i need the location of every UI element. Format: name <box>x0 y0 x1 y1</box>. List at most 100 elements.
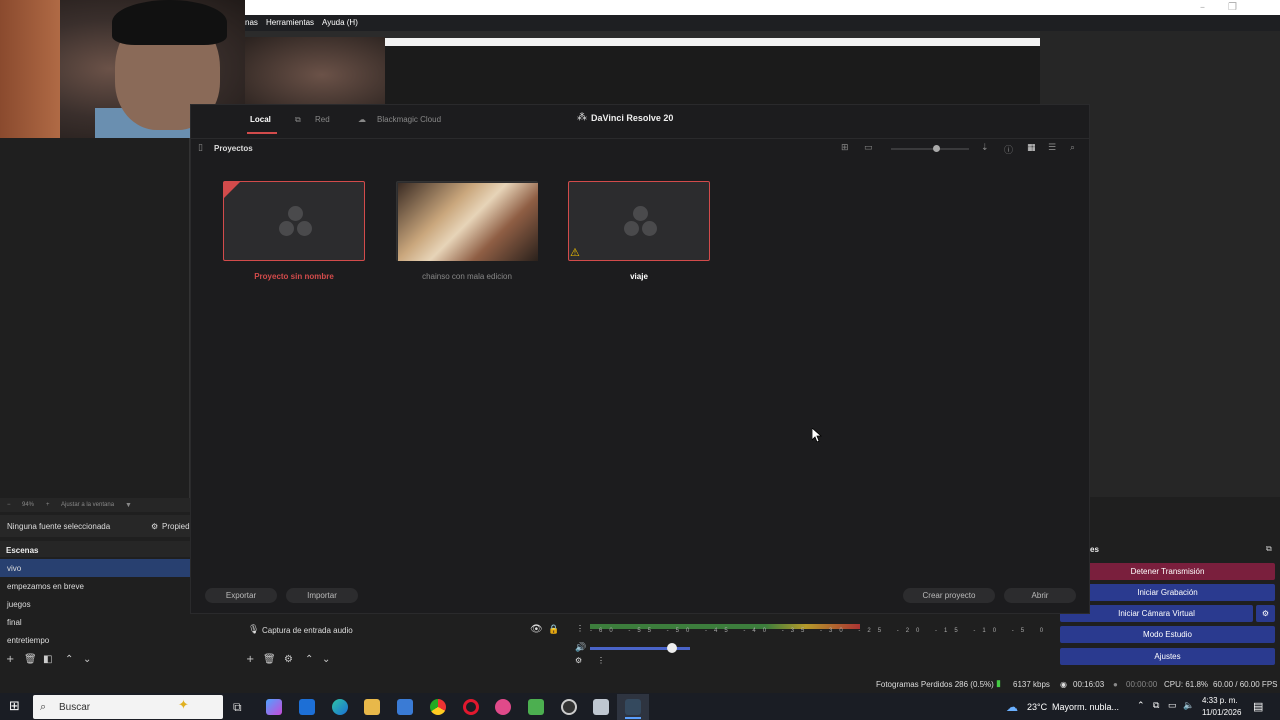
no-source-label: Ninguna fuente seleccionada <box>7 522 111 531</box>
speaker-icon[interactable]: 🔊 <box>575 642 586 653</box>
menu-item-partial[interactable]: nas <box>245 18 258 27</box>
gear-icon[interactable]: ⚙ <box>284 654 293 665</box>
sort-icon[interactable]: ⇣ <box>981 143 989 153</box>
add-source-icon[interactable]: + <box>246 654 254 665</box>
tab-underline <box>247 132 277 134</box>
minecraft-icon[interactable] <box>528 699 544 715</box>
outlook-icon[interactable] <box>299 699 315 715</box>
add-scene-icon[interactable]: + <box>6 654 14 665</box>
create-project-button[interactable]: Crear proyecto <box>903 588 995 603</box>
davinci-taskbar-icon[interactable] <box>625 699 641 715</box>
meter-ticks: -60 -55 -50 -45 -40 -35 -30 -25 -20 -15 … <box>590 628 1051 634</box>
source-toolbar: Ninguna fuente seleccionada ⚙ Propied <box>0 515 190 537</box>
chevron-up-icon[interactable]: ⌃ <box>1137 700 1145 711</box>
thumb-size-knob[interactable] <box>933 145 940 152</box>
tray-icon[interactable]: ⧉ <box>1153 700 1159 711</box>
edge-icon[interactable] <box>332 699 348 715</box>
dock-icon[interactable]: ⧉ <box>1266 544 1272 554</box>
store-icon[interactable] <box>397 699 413 715</box>
import-button[interactable]: Importar <box>286 588 358 603</box>
chevron-down-icon[interactable]: ⌄ <box>83 654 91 665</box>
davinci-logo-icon: ⁂ <box>577 112 587 123</box>
settings-icon[interactable]: ⚙ <box>575 656 582 665</box>
network-icon[interactable]: ▭ <box>1168 700 1177 711</box>
lock-icon[interactable]: 🔒 <box>548 624 559 635</box>
volume-icon[interactable]: 🔈 <box>1183 700 1194 711</box>
chevron-down-icon[interactable]: ⌄ <box>322 654 330 665</box>
project-card-selected[interactable] <box>223 181 365 261</box>
tab-local[interactable]: Local <box>250 115 271 124</box>
menu-item-ayuda[interactable]: Ayuda (H) <box>322 18 358 27</box>
obs-status-bar: Fotogramas Perdidos 286 (0.5%) ▮ 6137 kb… <box>0 673 1280 693</box>
bitrate: 6137 kbps <box>1013 680 1050 689</box>
signal-icon: ▮ <box>996 678 1001 688</box>
list-view-icon[interactable]: ☰ <box>1048 143 1056 153</box>
thumb-size-slider[interactable] <box>891 148 969 150</box>
taskbar-search[interactable]: ⌕ Buscar ✦ <box>33 695 223 719</box>
opera-icon[interactable] <box>463 699 479 715</box>
project-name: chainso con mala edicion <box>422 272 512 281</box>
studio-mode-button[interactable]: Modo Estudio <box>1060 626 1275 643</box>
new-folder-icon[interactable]: ⊞ <box>841 143 849 153</box>
search-icon[interactable]: ⌕ <box>1070 143 1075 153</box>
chrome-icon[interactable] <box>430 699 446 715</box>
more-icon[interactable]: ⋮ <box>576 624 584 633</box>
obs-icon[interactable] <box>561 699 577 715</box>
tab-cloud[interactable]: Blackmagic Cloud <box>377 115 441 124</box>
webcam-door <box>0 0 60 138</box>
task-view-icon[interactable]: ⧉ <box>233 700 242 715</box>
sidebar-toggle-icon[interactable]: ▯ <box>198 143 203 153</box>
scene-item[interactable]: final <box>0 613 190 631</box>
dropped-frames: Fotogramas Perdidos 286 (0.5%) <box>876 680 994 689</box>
notification-icon[interactable]: ▤ <box>1253 700 1263 713</box>
trash-icon[interactable]: 🗑 <box>24 654 37 665</box>
info-icon[interactable]: ⓘ <box>1004 143 1013 156</box>
start-recording-button[interactable]: Iniciar Grabación <box>1060 584 1275 601</box>
project-name: viaje <box>630 272 648 281</box>
weather-temp: 23°C <box>1027 702 1048 712</box>
export-button[interactable]: Exportar <box>205 588 277 603</box>
zoom-plus-icon[interactable]: + <box>46 502 50 508</box>
rec-time: 00:00:00 <box>1126 680 1158 689</box>
selected-corner-icon <box>224 182 240 198</box>
project-card[interactable] <box>396 181 538 261</box>
app-pink-icon[interactable] <box>495 699 511 715</box>
settings-button[interactable]: Ajustes <box>1060 648 1275 665</box>
cloud-icon: ☁ <box>358 115 366 124</box>
eye-icon[interactable]: 👁 <box>530 624 543 635</box>
properties-button[interactable]: Propied <box>162 522 190 531</box>
gear-icon[interactable]: ⚙ <box>151 522 158 531</box>
filter-icon[interactable]: ◧ <box>43 654 52 665</box>
chevron-up-icon[interactable]: ⌃ <box>65 654 73 665</box>
more-icon[interactable]: ⋮ <box>597 656 605 665</box>
zoom-minus-icon[interactable]: − <box>7 502 11 508</box>
scene-item[interactable]: vivo <box>0 559 190 577</box>
clock-date: 11/01/2026 <box>1202 708 1242 717</box>
minimize-icon[interactable]: – <box>1200 2 1205 13</box>
app-grey-icon[interactable] <box>593 699 609 715</box>
project-card[interactable]: ⚠ <box>568 181 710 261</box>
trash-icon[interactable]: 🗑 <box>263 654 276 665</box>
windows-start-icon[interactable]: ⊞ <box>9 699 20 714</box>
file-explorer-icon[interactable] <box>364 699 380 715</box>
grid-view-icon[interactable]: ▦ <box>1027 143 1036 153</box>
chevron-up-icon[interactable]: ⌃ <box>305 654 313 665</box>
scene-item[interactable]: juegos <box>0 595 190 613</box>
copilot-icon[interactable] <box>266 699 282 715</box>
virtual-camera-settings[interactable]: ⚙ <box>1256 605 1275 622</box>
open-button[interactable]: Abrir <box>1004 588 1076 603</box>
active-indicator <box>625 717 641 719</box>
view-icon[interactable]: ▭ <box>864 143 873 153</box>
volume-knob[interactable] <box>667 643 677 653</box>
maximize-icon[interactable]: ❐ <box>1228 2 1237 13</box>
microphone-icon: 🎙 <box>248 624 260 634</box>
scene-item[interactable]: entretiempo <box>0 631 190 649</box>
project-name: Proyecto sin nombre <box>254 272 334 281</box>
stop-stream-button[interactable]: Detener Transmisión <box>1060 563 1275 580</box>
menu-item-herramientas[interactable]: Herramientas <box>266 18 314 27</box>
preview-webcam <box>245 37 385 106</box>
chevron-down-icon[interactable]: ▼ <box>125 502 132 509</box>
fit-window-dropdown[interactable]: Ajustar a la ventana <box>61 502 114 508</box>
scene-item[interactable]: empezamos en breve <box>0 577 190 595</box>
tab-red[interactable]: Red <box>315 115 330 124</box>
